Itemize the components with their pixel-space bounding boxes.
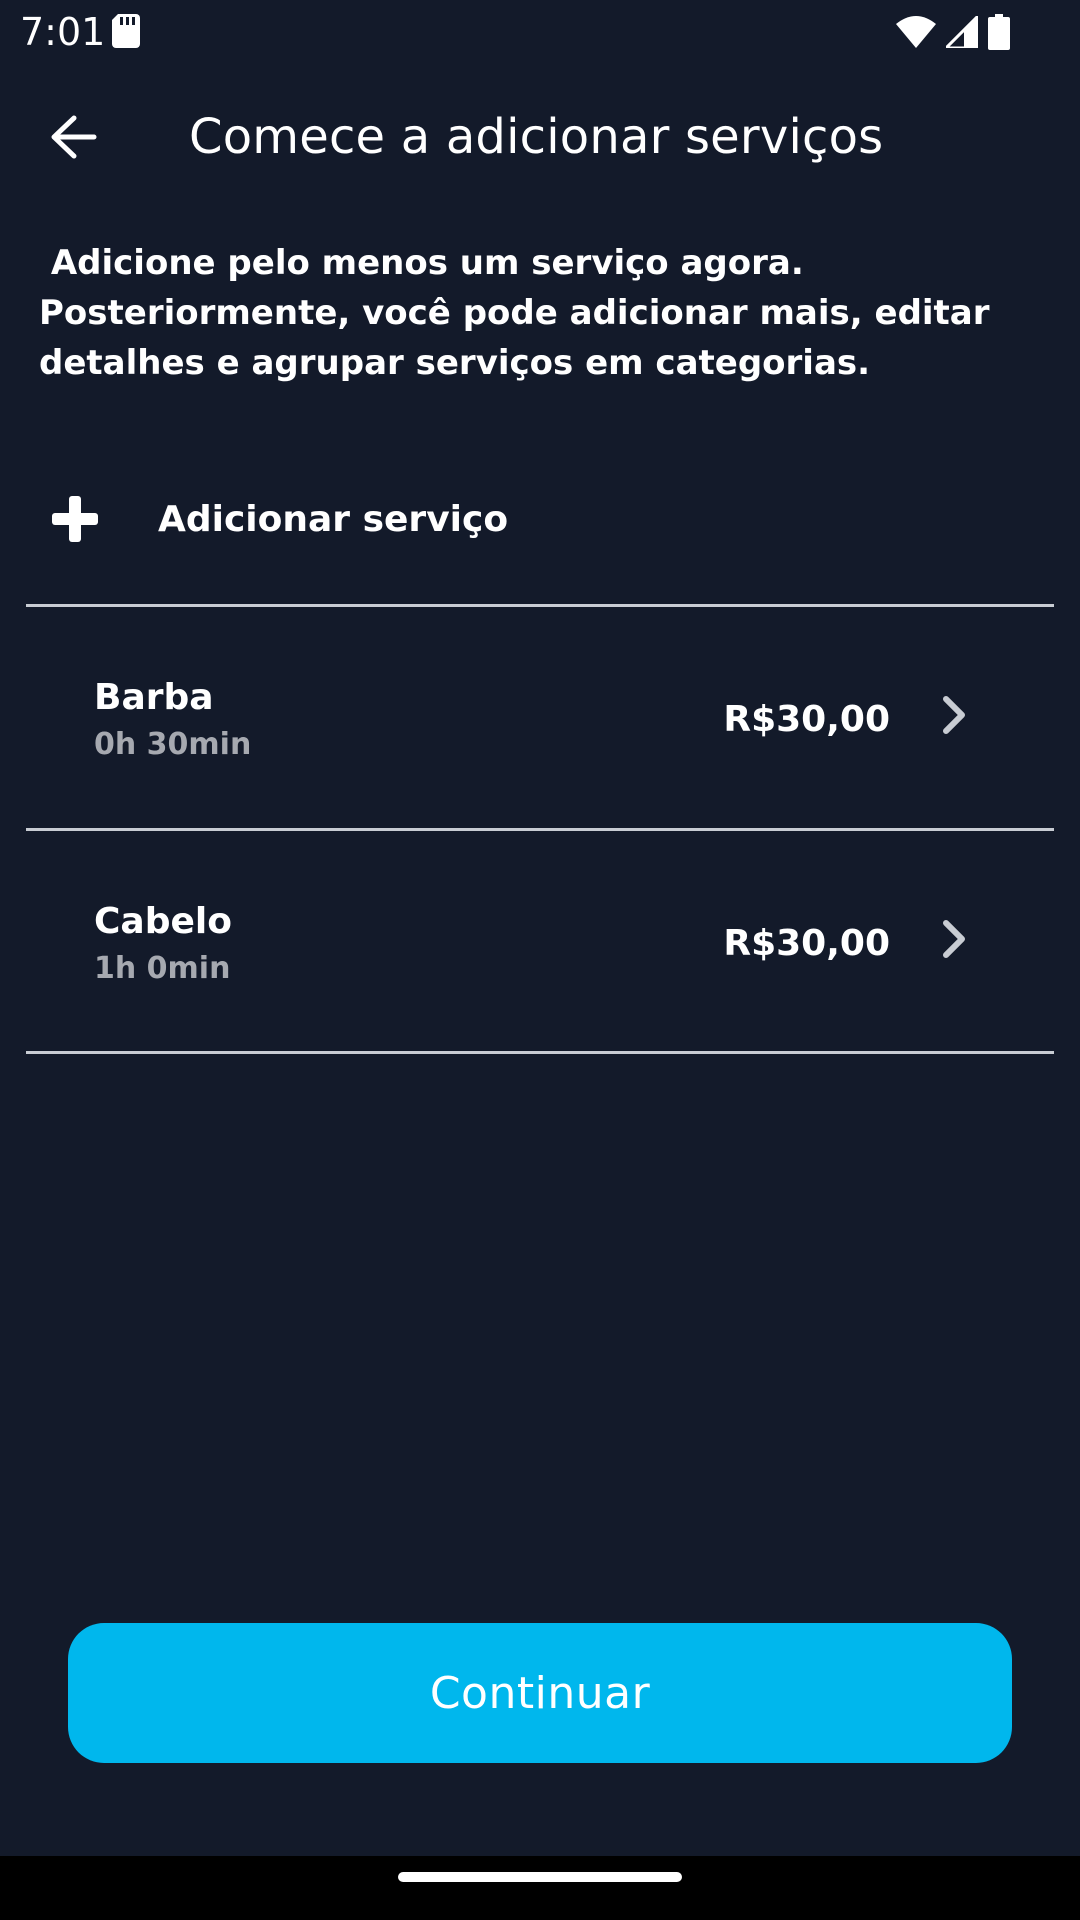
status-bar: 7:01 <box>0 0 1080 64</box>
service-name: Barba <box>94 677 214 718</box>
screen: 7:01 Comece a adicionar serviços Adicion… <box>0 0 1080 1920</box>
service-duration: 0h 30min <box>94 727 252 762</box>
service-price: R$30,00 <box>723 923 890 964</box>
description-text: Adicione pelo menos um serviço agora. Po… <box>39 243 1002 383</box>
service-row-cabelo[interactable]: Cabelo 1h 0min R$30,00 <box>26 831 1054 1051</box>
service-row-barba[interactable]: Barba 0h 30min R$30,00 <box>26 607 1054 827</box>
service-duration: 1h 0min <box>94 951 231 986</box>
add-service-button[interactable]: Adicionar serviço <box>26 466 1054 572</box>
plus-icon <box>52 496 98 542</box>
continue-button[interactable]: Continuar <box>68 1623 1012 1763</box>
service-name: Cabelo <box>94 901 232 942</box>
cell-signal-icon <box>946 16 978 48</box>
battery-icon <box>988 14 1010 50</box>
sd-card-icon <box>112 14 140 48</box>
home-indicator[interactable] <box>398 1872 682 1882</box>
add-service-label: Adicionar serviço <box>158 498 509 540</box>
page-title: Comece a adicionar serviços <box>189 109 884 165</box>
app-bar: Comece a adicionar serviços <box>0 80 1080 192</box>
status-icons <box>896 12 1010 52</box>
back-arrow-icon <box>51 115 97 159</box>
wifi-icon <box>896 16 936 48</box>
divider <box>26 1051 1054 1054</box>
chevron-right-icon <box>943 696 965 734</box>
navigation-bar <box>0 1856 1080 1920</box>
status-time: 7:01 <box>20 10 106 54</box>
chevron-right-icon <box>943 920 965 958</box>
continue-button-label: Continuar <box>429 1667 651 1719</box>
service-price: R$30,00 <box>723 699 890 740</box>
back-button[interactable] <box>34 102 114 172</box>
